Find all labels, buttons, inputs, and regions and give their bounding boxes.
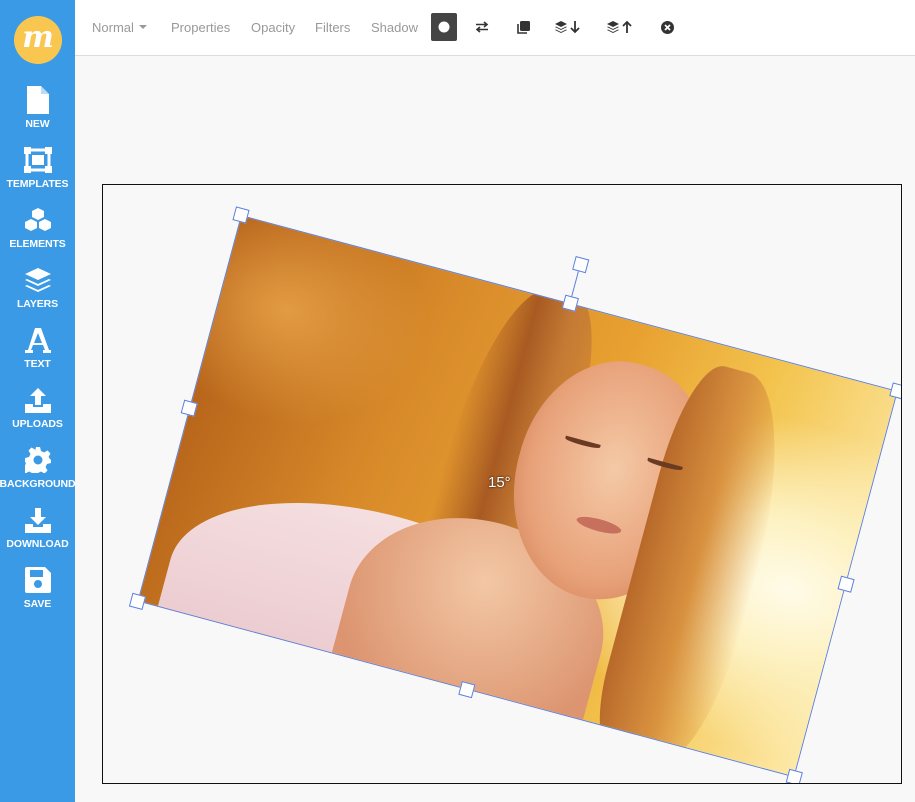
sidebar-item-save[interactable]: SAVE xyxy=(0,564,75,624)
duplicate-button[interactable] xyxy=(510,13,536,41)
layer-up-icon xyxy=(607,20,632,33)
layer-up-button[interactable] xyxy=(605,13,637,41)
opacity-button[interactable]: Opacity xyxy=(251,0,295,54)
duplicate-icon xyxy=(516,20,530,34)
sidebar-item-uploads[interactable]: UPLOADS xyxy=(0,384,75,444)
sidebar-item-elements[interactable]: ELEMENTS xyxy=(0,204,75,264)
new-file-icon xyxy=(23,84,53,116)
sidebar: m NEW TEMPLATES ELEMENTS LAYERS TEXT UPL… xyxy=(0,0,76,802)
blend-mode-value: Normal xyxy=(92,19,134,35)
sidebar-item-label: ELEMENTS xyxy=(9,238,66,250)
sidebar-item-layers[interactable]: LAYERS xyxy=(0,264,75,324)
sidebar-item-templates[interactable]: TEMPLATES xyxy=(0,144,75,204)
elements-cubes-icon xyxy=(23,204,53,236)
sidebar-item-new[interactable]: NEW xyxy=(0,84,75,144)
save-icon xyxy=(23,564,53,596)
gear-icon xyxy=(23,444,53,476)
sidebar-item-label: TEXT xyxy=(24,358,51,370)
sidebar-item-label: LAYERS xyxy=(16,298,59,310)
layer-down-button[interactable] xyxy=(553,13,585,41)
download-icon xyxy=(23,504,53,536)
sidebar-item-label: UPLOADS xyxy=(12,418,63,430)
rotation-angle-label: 15° xyxy=(488,474,511,491)
sidebar-item-label: BACKGROUND xyxy=(0,478,76,490)
resize-handle-bottom-left[interactable] xyxy=(128,592,147,610)
app-logo[interactable]: m xyxy=(14,16,62,64)
opacity-label: Opacity xyxy=(251,19,296,35)
logo-letter: m xyxy=(22,20,54,55)
shadow-label: Shadow xyxy=(371,19,418,35)
properties-label: Properties xyxy=(171,19,231,35)
portrait-photo xyxy=(138,216,897,777)
layer-down-icon xyxy=(555,21,580,34)
sidebar-item-label: NEW xyxy=(25,118,50,130)
sidebar-item-download[interactable]: DOWNLOAD xyxy=(0,504,75,564)
caret-down-icon xyxy=(138,25,147,29)
selected-image[interactable] xyxy=(128,206,901,783)
sidebar-item-text[interactable]: TEXT xyxy=(0,324,75,384)
sidebar-item-label: TEMPLATES xyxy=(6,178,69,190)
resize-handle-bottom[interactable] xyxy=(458,681,476,699)
circle-mask-icon xyxy=(438,21,450,33)
sidebar-item-background[interactable]: BACKGROUND xyxy=(0,444,76,504)
templates-icon xyxy=(23,144,53,176)
sidebar-item-label: SAVE xyxy=(23,598,52,610)
layers-icon xyxy=(23,264,53,296)
top-toolbar: Normal Properties Opacity Filters Shadow xyxy=(75,0,915,56)
filters-label: Filters xyxy=(315,19,351,35)
properties-button[interactable]: Properties xyxy=(171,0,230,54)
resize-handle-bottom-right[interactable] xyxy=(785,768,803,783)
upload-icon xyxy=(23,384,53,416)
sidebar-item-label: DOWNLOAD xyxy=(6,538,69,550)
delete-button[interactable] xyxy=(654,13,680,41)
blend-mode-dropdown[interactable]: Normal xyxy=(92,0,147,54)
flip-button[interactable] xyxy=(469,13,495,41)
rotate-handle[interactable] xyxy=(572,256,590,274)
delete-icon xyxy=(660,20,674,34)
circle-mask-button[interactable] xyxy=(431,13,457,41)
filters-button[interactable]: Filters xyxy=(315,0,350,54)
flip-icon xyxy=(475,21,489,33)
text-icon xyxy=(23,324,53,356)
shadow-button[interactable]: Shadow xyxy=(371,0,418,54)
